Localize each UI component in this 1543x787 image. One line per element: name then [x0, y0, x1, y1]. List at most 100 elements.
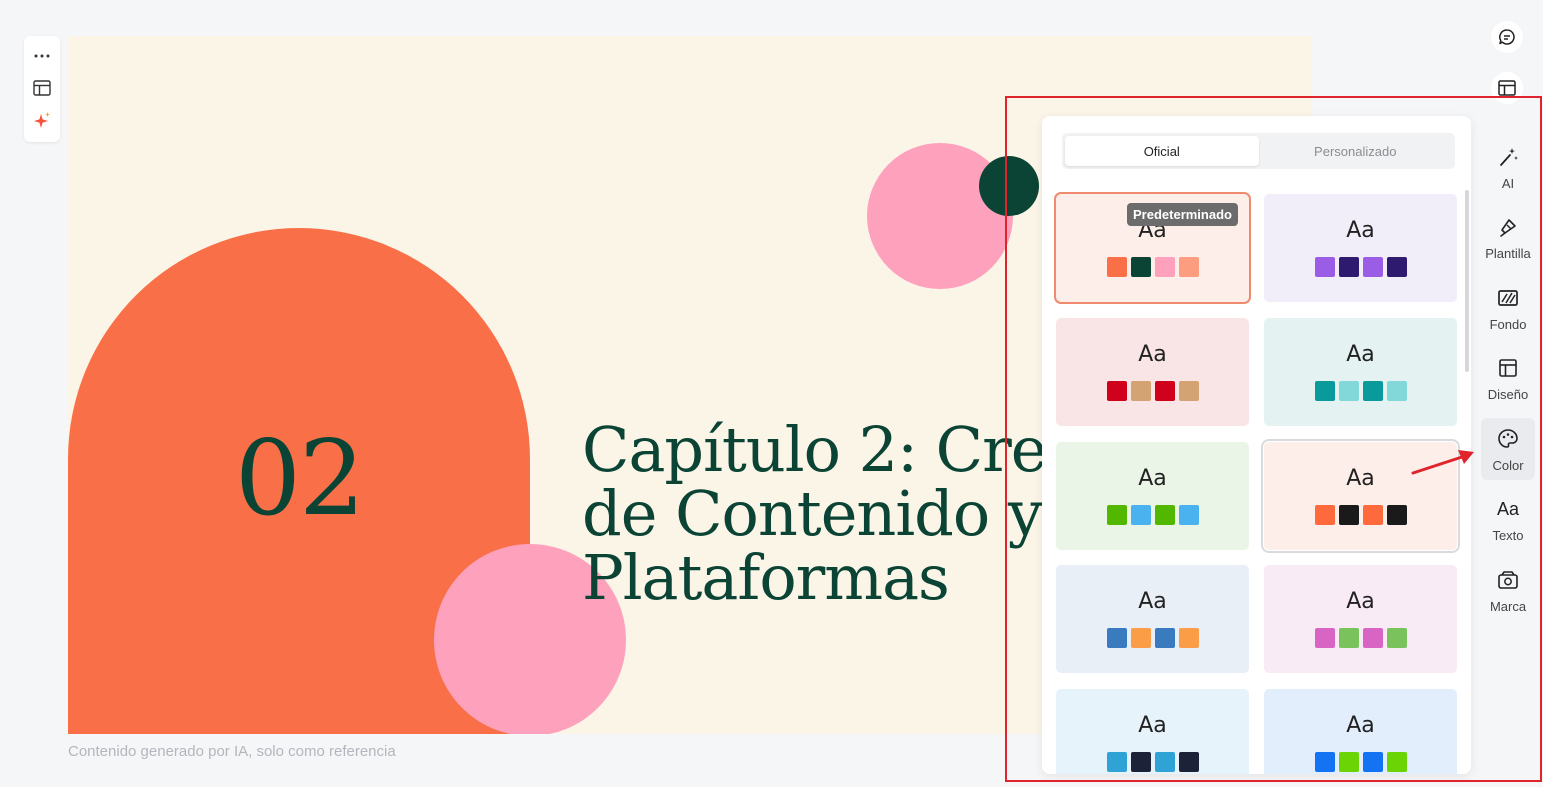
- theme-swatches: [1314, 505, 1407, 525]
- color-swatch: [1386, 628, 1407, 648]
- tab-oficial[interactable]: Oficial: [1065, 136, 1259, 166]
- text-icon: Aa: [1496, 498, 1520, 519]
- rail-item-texto[interactable]: Aa Texto: [1481, 489, 1535, 551]
- panel-scrollbar[interactable]: [1465, 190, 1469, 372]
- rail-item-ai[interactable]: AI: [1481, 136, 1535, 198]
- theme-swatches: [1106, 505, 1199, 525]
- rail-item-marca[interactable]: Marca: [1481, 559, 1535, 621]
- background-icon: [1497, 285, 1519, 311]
- template-icon: [1497, 214, 1519, 240]
- rail-item-label: Texto: [1492, 528, 1524, 543]
- color-swatch: [1106, 752, 1127, 772]
- layout-settings-icon[interactable]: [1491, 72, 1523, 104]
- chapter-number: 02: [234, 417, 365, 539]
- rail-item-fondo[interactable]: Fondo: [1481, 277, 1535, 339]
- color-swatch: [1154, 752, 1175, 772]
- color-swatch: [1178, 752, 1199, 772]
- default-theme-tooltip: Predeterminado: [1127, 203, 1238, 226]
- rail-item-diseno[interactable]: Diseño: [1481, 348, 1535, 410]
- rail-item-label: AI: [1501, 175, 1515, 191]
- color-swatch: [1338, 257, 1359, 277]
- color-swatch: [1178, 505, 1199, 525]
- rail-item-label: Fondo: [1489, 316, 1527, 332]
- color-swatch: [1338, 505, 1359, 525]
- rail-item-label: Marca: [1489, 598, 1527, 614]
- color-swatch: [1338, 752, 1359, 772]
- color-swatch: [1314, 257, 1335, 277]
- rail-item-plantilla[interactable]: Plantilla: [1481, 207, 1535, 269]
- color-swatch: [1106, 505, 1127, 525]
- color-swatch: [1178, 628, 1199, 648]
- color-swatch: [1154, 505, 1175, 525]
- color-swatch: [1314, 628, 1335, 648]
- tab-personalizado[interactable]: Personalizado: [1259, 136, 1453, 166]
- theme-card[interactable]: Aa: [1264, 689, 1457, 774]
- magic-wand-icon: [1497, 144, 1519, 170]
- rail-item-color[interactable]: Color: [1481, 418, 1535, 480]
- theme-swatches: [1314, 628, 1407, 648]
- ai-disclaimer-caption: Contenido generado por IA, solo como ref…: [68, 743, 396, 760]
- color-swatch: [1314, 505, 1335, 525]
- theme-card[interactable]: Aa: [1261, 439, 1460, 553]
- sparkle-icon[interactable]: [28, 104, 56, 136]
- theme-card[interactable]: Aa: [1056, 318, 1249, 426]
- more-horizontal-icon[interactable]: [28, 40, 56, 72]
- color-swatch: [1314, 381, 1335, 401]
- theme-swatches: [1106, 628, 1199, 648]
- layout-icon[interactable]: [28, 72, 56, 104]
- right-rail: AI Plantilla Fondo Diseño Color Aa Texto…: [1476, 136, 1540, 630]
- theme-card[interactable]: Aa: [1056, 689, 1249, 774]
- brand-icon: [1497, 567, 1519, 593]
- color-swatch: [1130, 381, 1151, 401]
- theme-card[interactable]: Aa: [1056, 565, 1249, 673]
- color-swatch: [1130, 505, 1151, 525]
- rail-item-label: Plantilla: [1485, 246, 1531, 261]
- theme-card[interactable]: Aa: [1264, 565, 1457, 673]
- rail-item-label: Color: [1492, 457, 1524, 473]
- color-swatch: [1154, 628, 1175, 648]
- theme-swatches: [1106, 257, 1199, 277]
- color-swatch: [1130, 752, 1151, 772]
- theme-card-sample-text: Aa: [1138, 342, 1167, 367]
- theme-card[interactable]: Aa: [1056, 442, 1249, 550]
- color-swatch: [1178, 381, 1199, 401]
- color-swatch: [1154, 257, 1175, 277]
- color-swatch: [1386, 381, 1407, 401]
- theme-card-sample-text: Aa: [1346, 466, 1375, 491]
- theme-card-sample-text: Aa: [1346, 713, 1375, 738]
- color-swatch: [1362, 257, 1383, 277]
- color-swatch: [1130, 257, 1151, 277]
- color-swatch: [1130, 628, 1151, 648]
- color-swatch: [1106, 381, 1127, 401]
- color-swatch: [1154, 381, 1175, 401]
- theme-swatches: [1314, 257, 1407, 277]
- color-swatch: [1106, 257, 1127, 277]
- theme-swatches: [1106, 752, 1199, 772]
- theme-swatches: [1314, 381, 1407, 401]
- color-swatch: [1178, 257, 1199, 277]
- theme-card-sample-text: Aa: [1138, 589, 1167, 614]
- theme-card-sample-text: Aa: [1138, 713, 1167, 738]
- color-swatch: [1362, 505, 1383, 525]
- color-swatch: [1362, 752, 1383, 772]
- theme-card-sample-text: Aa: [1346, 589, 1375, 614]
- color-swatch: [1338, 628, 1359, 648]
- theme-swatches: [1314, 752, 1407, 772]
- color-swatch: [1386, 505, 1407, 525]
- color-swatch: [1386, 257, 1407, 277]
- rail-item-label: Diseño: [1487, 387, 1529, 402]
- theme-card[interactable]: Aa: [1264, 194, 1457, 302]
- color-swatch: [1106, 628, 1127, 648]
- green-circle: [979, 156, 1039, 216]
- theme-card-sample-text: Aa: [1138, 466, 1167, 491]
- palette-icon: [1497, 426, 1519, 452]
- theme-card[interactable]: Aa Predeterminado: [1054, 192, 1251, 304]
- design-layout-icon: [1498, 355, 1518, 381]
- theme-swatches: [1106, 381, 1199, 401]
- theme-color-panel: Oficial Personalizado Aa Predeterminado Aa…: [1042, 116, 1471, 774]
- color-swatch: [1314, 752, 1335, 772]
- theme-card[interactable]: Aa: [1264, 318, 1457, 426]
- chat-icon[interactable]: [1491, 21, 1523, 53]
- theme-card-sample-text: Aa: [1346, 342, 1375, 367]
- color-swatch: [1386, 752, 1407, 772]
